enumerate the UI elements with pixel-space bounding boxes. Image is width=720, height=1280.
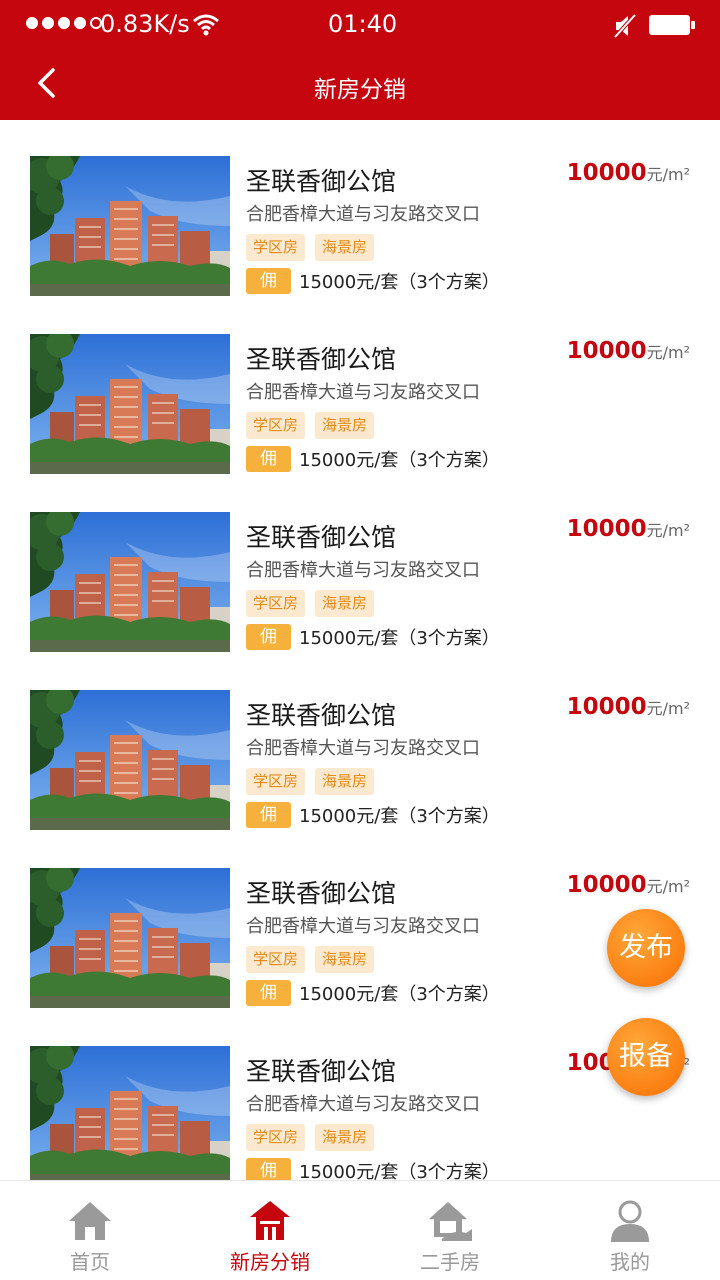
building-photo [30,512,230,652]
battery-icon [649,15,695,35]
listing-item[interactable]: 圣联香御公馆 合肥香樟大道与习友路交叉口 学区房 海景房 佣 15000元/套（… [0,298,720,476]
tag-school-district: 学区房 [246,590,306,617]
tag-school-district: 学区房 [246,946,306,973]
home-icon [69,1202,111,1240]
price-unit: 元/m² [646,521,690,540]
tab-new-house[interactable]: 新房分销 [180,1181,360,1280]
listing-name: 圣联香御公馆 [246,701,397,730]
price-value: 10000 [566,338,647,364]
listing-name: 圣联香御公馆 [246,167,397,196]
listing-address: 合肥香樟大道与习友路交叉口 [246,738,480,759]
listing-tags: 学区房 海景房 [246,412,375,439]
wifi-icon [193,14,219,36]
listing-price: 10000元/m² [567,872,690,898]
listing-name: 圣联香御公馆 [246,523,397,552]
commission-row: 佣 15000元/套（3个方案） [246,624,500,650]
listing-item[interactable]: 圣联香御公馆 合肥香樟大道与习友路交叉口 学区房 海景房 佣 15000元/套（… [0,832,720,1010]
listing-address: 合肥香樟大道与习友路交叉口 [246,916,480,937]
listing-item[interactable]: 圣联香御公馆 合肥香樟大道与习友路交叉口 学区房 海景房 佣 15000元/套（… [0,476,720,654]
signal-strength-icon [26,17,102,29]
price-unit: 元/m² [646,343,690,362]
page-title: 新房分销 [314,77,406,103]
commission-badge: 佣 [246,980,291,1006]
listing-tags: 学区房 海景房 [246,1124,375,1151]
listing-price: 10000元/m² [567,338,690,364]
listing-tags: 学区房 海景房 [246,234,375,261]
commission-text: 15000元/套（3个方案） [299,450,500,471]
tab-mine[interactable]: 我的 [540,1181,720,1280]
commission-row: 佣 15000元/套（3个方案） [246,1158,500,1180]
listing-price: 10000元/m² [567,516,690,542]
listing-address: 合肥香樟大道与习友路交叉口 [246,382,480,403]
tag-sea-view: 海景房 [315,768,375,795]
commission-text: 15000元/套（3个方案） [299,1162,500,1180]
building-photo [30,156,230,296]
building-photo [30,334,230,474]
listing-address: 合肥香樟大道与习友路交叉口 [246,204,480,225]
listing-tags: 学区房 海景房 [246,768,375,795]
second-hand-house-icon [429,1202,472,1241]
price-value: 10000 [566,516,647,542]
price-unit: 元/m² [646,877,690,896]
tag-school-district: 学区房 [246,768,306,795]
user-icon [611,1200,649,1242]
listing-name: 圣联香御公馆 [246,345,397,374]
building-photo [30,1046,230,1180]
commission-badge: 佣 [246,624,291,650]
listing-item[interactable]: 圣联香御公馆 合肥香樟大道与习友路交叉口 学区房 海景房 佣 15000元/套（… [0,120,720,298]
price-value: 10000 [566,160,647,186]
new-house-icon [250,1201,290,1240]
commission-row: 佣 15000元/套（3个方案） [246,980,500,1006]
building-photo [30,868,230,1008]
commission-text: 15000元/套（3个方案） [299,984,500,1005]
bottom-tab-bar: 首页 新房分销 二手房 我的 [0,1180,720,1280]
commission-text: 15000元/套（3个方案） [299,806,500,827]
status-time: 01:40 [328,10,398,38]
mute-icon [613,13,637,39]
price-value: 10000 [566,872,647,898]
listing-name: 圣联香御公馆 [246,879,397,908]
tab-home[interactable]: 首页 [0,1181,180,1280]
tag-sea-view: 海景房 [315,1124,375,1151]
network-speed: 0.83K/s [100,10,190,38]
commission-text: 15000元/套（3个方案） [299,272,500,293]
price-unit: 元/m² [646,699,690,718]
listing-price: 10000元/m² [567,160,690,186]
commission-badge: 佣 [246,268,291,294]
tag-school-district: 学区房 [246,1124,306,1151]
price-value: 10000 [566,694,647,720]
nav-bar: 新房分销 [0,52,720,120]
commission-row: 佣 15000元/套（3个方案） [246,446,500,472]
commission-badge: 佣 [246,446,291,472]
building-photo [30,690,230,830]
tab-second-hand[interactable]: 二手房 [360,1181,540,1280]
commission-row: 佣 15000元/套（3个方案） [246,268,500,294]
listing-item[interactable]: 圣联香御公馆 合肥香樟大道与习友路交叉口 学区房 海景房 佣 15000元/套（… [0,654,720,832]
top-bar: 0.83K/s 01:40 新房分销 [0,0,720,120]
tag-sea-view: 海景房 [315,590,375,617]
commission-row: 佣 15000元/套（3个方案） [246,802,500,828]
tag-school-district: 学区房 [246,234,306,261]
tag-sea-view: 海景房 [315,234,375,261]
publish-button[interactable]: 发布 [607,909,685,987]
price-unit: 元/m² [646,165,690,184]
report-button[interactable]: 报备 [607,1018,685,1096]
listing-address: 合肥香樟大道与习友路交叉口 [246,1094,480,1115]
listing-tags: 学区房 海景房 [246,946,375,973]
listing-list[interactable]: 圣联香御公馆 合肥香樟大道与习友路交叉口 学区房 海景房 佣 15000元/套（… [0,120,720,1180]
tag-sea-view: 海景房 [315,946,375,973]
listing-tags: 学区房 海景房 [246,590,375,617]
listing-name: 圣联香御公馆 [246,1057,397,1086]
commission-badge: 佣 [246,802,291,828]
commission-text: 15000元/套（3个方案） [299,628,500,649]
status-bar: 0.83K/s 01:40 [0,0,720,52]
tag-sea-view: 海景房 [315,412,375,439]
tag-school-district: 学区房 [246,412,306,439]
listing-address: 合肥香樟大道与习友路交叉口 [246,560,480,581]
commission-badge: 佣 [246,1158,291,1180]
listing-price: 10000元/m² [567,694,690,720]
